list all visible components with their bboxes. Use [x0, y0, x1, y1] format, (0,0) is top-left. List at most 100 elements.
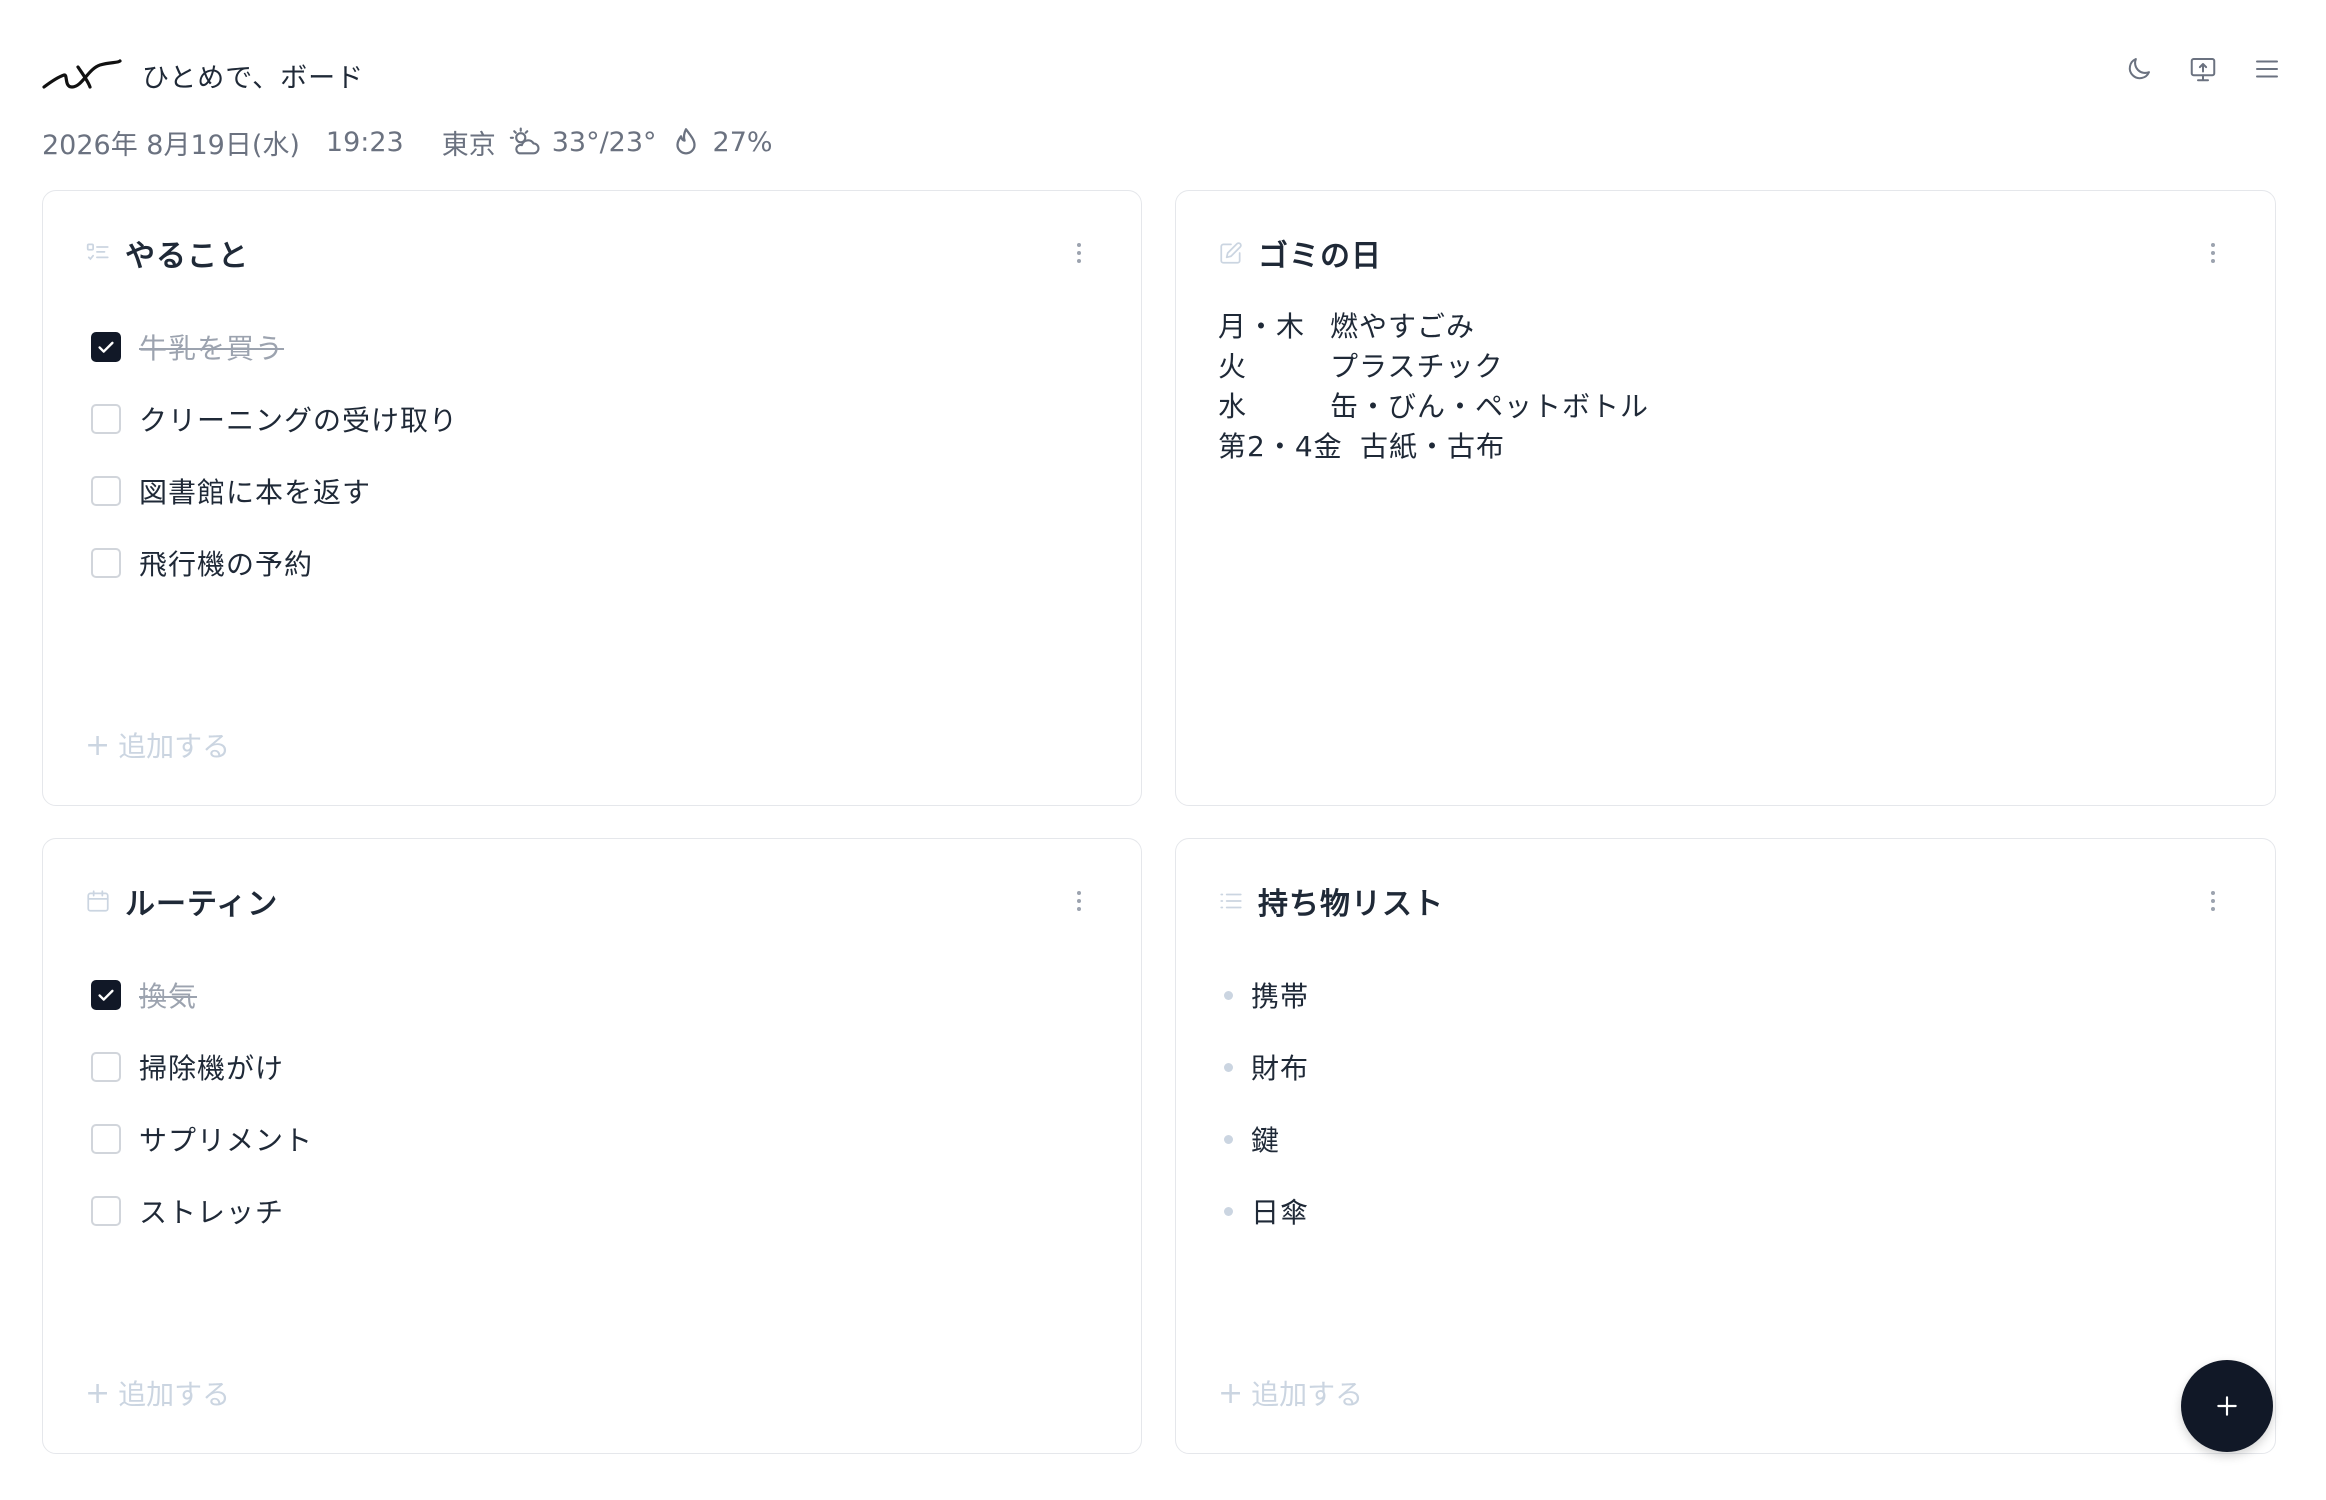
display-mode-button[interactable]	[2186, 52, 2220, 86]
plus-icon: +	[85, 727, 111, 763]
header: ひとめで、ボード 2026年 8月19日(水) 19:23 東京 33°/23°…	[42, 44, 2284, 164]
routine-label: ストレッチ	[139, 1196, 285, 1229]
todo-checkbox[interactable]	[91, 548, 121, 578]
todo-checkbox[interactable]	[91, 476, 121, 506]
city-text: 東京	[441, 129, 496, 161]
display-upload-icon	[2190, 58, 2216, 82]
routine-card: ルーティン 換気 掃除機がけ サプリメント ストレッチ + 追加する	[42, 838, 1142, 1454]
note-kind: 燃やすごみ	[1330, 310, 1476, 343]
garbage-note-body[interactable]: 月・木 燃やすごみ 火 プラスチック 水 缶・びん・ペットボトル 第2・4金 古…	[1218, 307, 1649, 467]
belongings-card: 持ち物リスト 携帯 財布 鍵 日傘 + 追加する	[1175, 838, 2276, 1454]
humidity-drop-icon	[675, 128, 696, 155]
add-item-label: 追加する	[118, 1378, 231, 1411]
note-row: 月・木 燃やすごみ	[1218, 307, 1649, 347]
add-item-button[interactable]: + 追加する	[85, 1373, 230, 1413]
todo-checkbox[interactable]	[91, 332, 121, 362]
routine-list: 換気 掃除機がけ サプリメント ストレッチ	[91, 959, 313, 1247]
temperature-text: 33°/23°	[551, 126, 657, 158]
note-day: 水	[1218, 390, 1248, 423]
todo-checkbox[interactable]	[91, 404, 121, 434]
routine-checkbox[interactable]	[91, 1052, 121, 1082]
note-day: 第2・4金	[1218, 430, 1343, 463]
todo-item: 図書館に本を返す	[91, 455, 458, 527]
card-title: やること	[125, 239, 249, 274]
add-card-fab[interactable]	[2181, 1360, 2273, 1452]
header-actions	[2122, 52, 2284, 86]
card-title: 持ち物リスト	[1258, 887, 1444, 922]
todo-list: 牛乳を買う クリーニングの受け取り 図書館に本を返す 飛行機の予約	[91, 311, 458, 599]
check-icon	[98, 341, 114, 353]
routine-item: 掃除機がけ	[91, 1031, 313, 1103]
menu-icon	[2256, 60, 2278, 78]
info-bar: 2026年 8月19日(水) 19:23 東京 33°/23° 27%	[42, 118, 2284, 166]
card-menu-button[interactable]	[1067, 887, 1091, 915]
bullet-icon	[1224, 1134, 1233, 1144]
note-kind: 古紙・古布	[1360, 430, 1506, 463]
note-row: 水 缶・びん・ペットボトル	[1218, 387, 1649, 427]
note-kind: プラスチック	[1330, 350, 1504, 383]
dark-mode-button[interactable]	[2122, 52, 2156, 86]
list-item[interactable]: 携帯	[1224, 959, 1309, 1031]
routine-label: 換気	[139, 980, 198, 1013]
routine-label: 掃除機がけ	[139, 1052, 285, 1085]
routine-item: ストレッチ	[91, 1175, 313, 1247]
note-kind: 缶・びん・ペットボトル	[1330, 390, 1650, 423]
todo-label: クリーニングの受け取り	[139, 404, 459, 437]
plus-icon: +	[1218, 1375, 1244, 1411]
routine-checkbox[interactable]	[91, 1124, 121, 1154]
add-item-button[interactable]: + 追加する	[1218, 1373, 1363, 1413]
routine-label: サプリメント	[139, 1124, 314, 1157]
todo-item: クリーニングの受け取り	[91, 383, 458, 455]
todo-item: 牛乳を買う	[91, 311, 458, 383]
todo-label: 図書館に本を返す	[139, 476, 372, 509]
todo-item: 飛行機の予約	[91, 527, 458, 599]
more-vertical-icon	[2211, 243, 2215, 263]
time-text: 19:23	[325, 126, 404, 158]
date-text: 2026年 8月19日(水)	[42, 129, 300, 161]
add-item-label: 追加する	[118, 730, 231, 763]
todo-label: 牛乳を買う	[139, 332, 285, 365]
todo-card: やること 牛乳を買う クリーニングの受け取り 図書館に本を返す 飛行機の予約 +…	[42, 190, 1142, 806]
partly-sunny-icon	[509, 127, 540, 155]
note-row: 火 プラスチック	[1218, 347, 1649, 387]
note-day: 月・木	[1218, 310, 1306, 343]
card-header: やること	[85, 231, 1101, 275]
bullet-icon	[1224, 1206, 1233, 1216]
menu-button[interactable]	[2250, 52, 2284, 86]
card-title: ゴミの日	[1258, 239, 1382, 274]
card-menu-button[interactable]	[2201, 239, 2225, 267]
note-day: 火	[1218, 350, 1248, 383]
card-header: 持ち物リスト	[1218, 879, 2235, 923]
card-header: ルーティン	[85, 879, 1101, 923]
belongings-list: 携帯 財布 鍵 日傘	[1224, 959, 1309, 1247]
brand: ひとめで、ボード	[42, 44, 2284, 106]
list-item-label: 日傘	[1251, 1196, 1310, 1229]
routine-item: サプリメント	[91, 1103, 313, 1175]
list-item[interactable]: 日傘	[1224, 1175, 1309, 1247]
board-app: ひとめで、ボード 2026年 8月19日(水) 19:23 東京 33°/23°…	[0, 0, 2326, 1500]
list-item-label: 鍵	[1251, 1124, 1281, 1157]
note-row: 第2・4金 古紙・古布	[1218, 427, 1649, 467]
routine-checkbox[interactable]	[91, 1196, 121, 1226]
card-menu-button[interactable]	[2201, 887, 2225, 915]
moon-icon	[2128, 58, 2150, 80]
plus-icon	[2217, 1396, 2237, 1416]
routine-checkbox[interactable]	[91, 980, 121, 1010]
todo-label: 飛行機の予約	[139, 548, 314, 581]
calendar-icon	[87, 890, 109, 912]
list-icon	[1220, 893, 1242, 909]
humidity-text: 27%	[712, 126, 773, 158]
list-item-label: 財布	[1251, 1052, 1310, 1085]
routine-item: 換気	[91, 959, 313, 1031]
add-item-button[interactable]: + 追加する	[85, 725, 230, 765]
list-item[interactable]: 財布	[1224, 1031, 1309, 1103]
card-title: ルーティン	[125, 887, 279, 922]
check-icon	[98, 989, 114, 1001]
list-item[interactable]: 鍵	[1224, 1103, 1309, 1175]
more-vertical-icon	[2211, 891, 2215, 911]
more-vertical-icon	[1077, 891, 1081, 911]
more-vertical-icon	[1077, 243, 1081, 263]
card-menu-button[interactable]	[1067, 239, 1091, 267]
list-item-label: 携帯	[1251, 980, 1310, 1013]
app-title: ひとめで、ボード	[142, 62, 365, 94]
